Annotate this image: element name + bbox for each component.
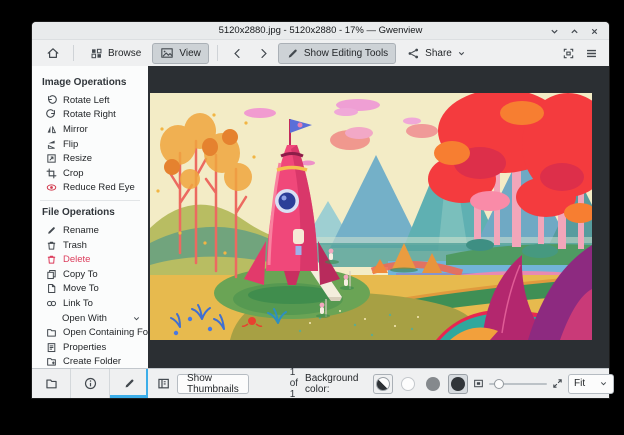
sidebar-item-link-to[interactable]: Link To (32, 296, 148, 311)
forward-icon (257, 47, 270, 60)
browse-icon (90, 47, 103, 60)
folder-icon (45, 327, 57, 339)
main-toolbar: Browse View Show Editing Tools Share (32, 40, 609, 66)
zoom-slider-handle[interactable] (494, 378, 505, 389)
neutral-color-icon (426, 376, 441, 391)
sidebar-item-copy-to[interactable]: Copy To (32, 267, 148, 282)
show-thumbnails-button[interactable]: Show Thumbnails (177, 373, 249, 395)
bg-color-light-swatch[interactable] (398, 374, 418, 394)
rotate-right-icon (45, 109, 57, 121)
edit-pencil-icon (286, 47, 299, 60)
image-viewer-canvas[interactable] (148, 66, 609, 368)
chevron-down-icon (599, 379, 608, 388)
sidebar-item-crop[interactable]: Crop (32, 166, 148, 181)
rotate-left-icon (45, 94, 57, 106)
minimize-button[interactable] (550, 27, 559, 36)
tab-information[interactable] (71, 369, 110, 398)
fullscreen-button[interactable] (562, 47, 575, 60)
photo-illustration (150, 93, 592, 340)
sidebar-item-resize[interactable]: Resize (32, 151, 148, 166)
view-button[interactable]: View (152, 42, 209, 64)
sidebar-item-create-folder[interactable]: Create Folder (32, 355, 148, 369)
sidebar-item-rename[interactable]: Rename (32, 223, 148, 238)
tab-editing-tools[interactable] (110, 369, 148, 398)
dark-color-icon (451, 376, 466, 391)
light-color-icon (401, 376, 416, 391)
sidebar-item-flip[interactable]: Flip (32, 137, 148, 152)
share-button-label: Share (425, 47, 452, 59)
gwenview-window: 5120x2880.jpg - 5120x2880 - 17% — Gwenvi… (32, 22, 615, 400)
zoom-slider[interactable] (489, 376, 548, 392)
pencil-tab-icon (123, 377, 136, 390)
thumbnail-bar-toggle-button[interactable] (157, 377, 170, 390)
zoom-mode-value: Fit (574, 378, 586, 389)
resize-icon (45, 153, 57, 165)
titlebar[interactable]: 5120x2880.jpg - 5120x2880 - 17% — Gwenvi… (32, 22, 609, 40)
red-eye-icon (45, 182, 57, 194)
info-tab-icon (84, 377, 97, 390)
sidebar-item-rotate-right[interactable]: Rotate Right (32, 108, 148, 123)
view-icon (160, 46, 174, 60)
move-icon (45, 283, 57, 295)
sidebar-item-open-with[interactable]: Open With (32, 311, 148, 326)
toolbar-separator (216, 45, 218, 61)
back-icon (231, 47, 244, 60)
hamburger-menu-button[interactable] (585, 47, 598, 60)
share-button[interactable]: Share (399, 43, 474, 64)
share-icon (407, 47, 420, 60)
sidebar-item-rotate-left[interactable]: Rotate Left (32, 93, 148, 108)
home-button[interactable] (41, 43, 65, 64)
auto-color-icon (376, 376, 391, 391)
zoom-actual-size-icon[interactable] (552, 378, 563, 389)
background-color-label: Background color: (305, 372, 359, 395)
browse-button[interactable]: Browse (82, 43, 149, 64)
bg-color-dark-swatch[interactable] (448, 373, 469, 394)
sidebar-item-trash[interactable]: Trash (32, 238, 148, 253)
sidebar-item-open-containing-folder[interactable]: Open Containing Folder (32, 325, 148, 340)
toolbar-separator (73, 45, 74, 61)
view-button-label: View (179, 47, 201, 59)
sidebar-tab-bar (32, 369, 148, 398)
go-forward-button[interactable] (252, 43, 275, 64)
show-editing-tools-button[interactable]: Show Editing Tools (277, 42, 397, 64)
show-editing-tools-label: Show Editing Tools (303, 47, 389, 59)
folder-tab-icon (45, 377, 58, 390)
close-button[interactable] (590, 27, 599, 36)
copy-icon (45, 268, 57, 280)
chevron-down-icon (457, 49, 466, 58)
flip-icon (45, 138, 57, 150)
image-operations-header: Image Operations (42, 77, 127, 88)
delete-icon (45, 254, 57, 266)
page-indicator: 1 of 1 (289, 367, 299, 400)
bg-color-neutral-swatch[interactable] (423, 374, 443, 394)
window-title: 5120x2880.jpg - 5120x2880 - 17% — Gwenvi… (218, 25, 423, 36)
tab-folders[interactable] (32, 369, 71, 398)
file-operations-header: File Operations (42, 207, 115, 219)
sidebar-item-move-to[interactable]: Move To (32, 282, 148, 297)
chevron-down-icon (132, 314, 141, 323)
home-icon (46, 46, 60, 60)
sidebar-item-properties[interactable]: Properties (32, 340, 148, 355)
properties-icon (45, 341, 57, 353)
bg-color-auto-swatch[interactable] (373, 373, 394, 394)
mirror-icon (45, 123, 57, 135)
trash-icon (45, 239, 57, 251)
statusbar-controls: Show Thumbnails 1 of 1 Background color: (148, 367, 623, 400)
maximize-button[interactable] (570, 27, 579, 36)
go-back-button[interactable] (226, 43, 249, 64)
crop-icon (45, 167, 57, 179)
browse-button-label: Browse (108, 47, 142, 59)
rename-icon (45, 224, 57, 236)
sidebar-item-mirror[interactable]: Mirror (32, 122, 148, 137)
zoom-mode-select[interactable]: Fit (568, 373, 615, 394)
editing-tools-sidebar: Image Operations Rotate Left Rotate Righ… (32, 66, 148, 368)
new-folder-icon (45, 356, 57, 368)
sidebar-item-reduce-red-eye[interactable]: Reduce Red Eye (32, 181, 148, 196)
sidebar-item-delete[interactable]: Delete (32, 252, 148, 267)
statusbar: Show Thumbnails 1 of 1 Background color: (32, 367, 615, 400)
link-icon (45, 297, 57, 309)
zoom-to-fit-icon[interactable] (473, 378, 484, 389)
